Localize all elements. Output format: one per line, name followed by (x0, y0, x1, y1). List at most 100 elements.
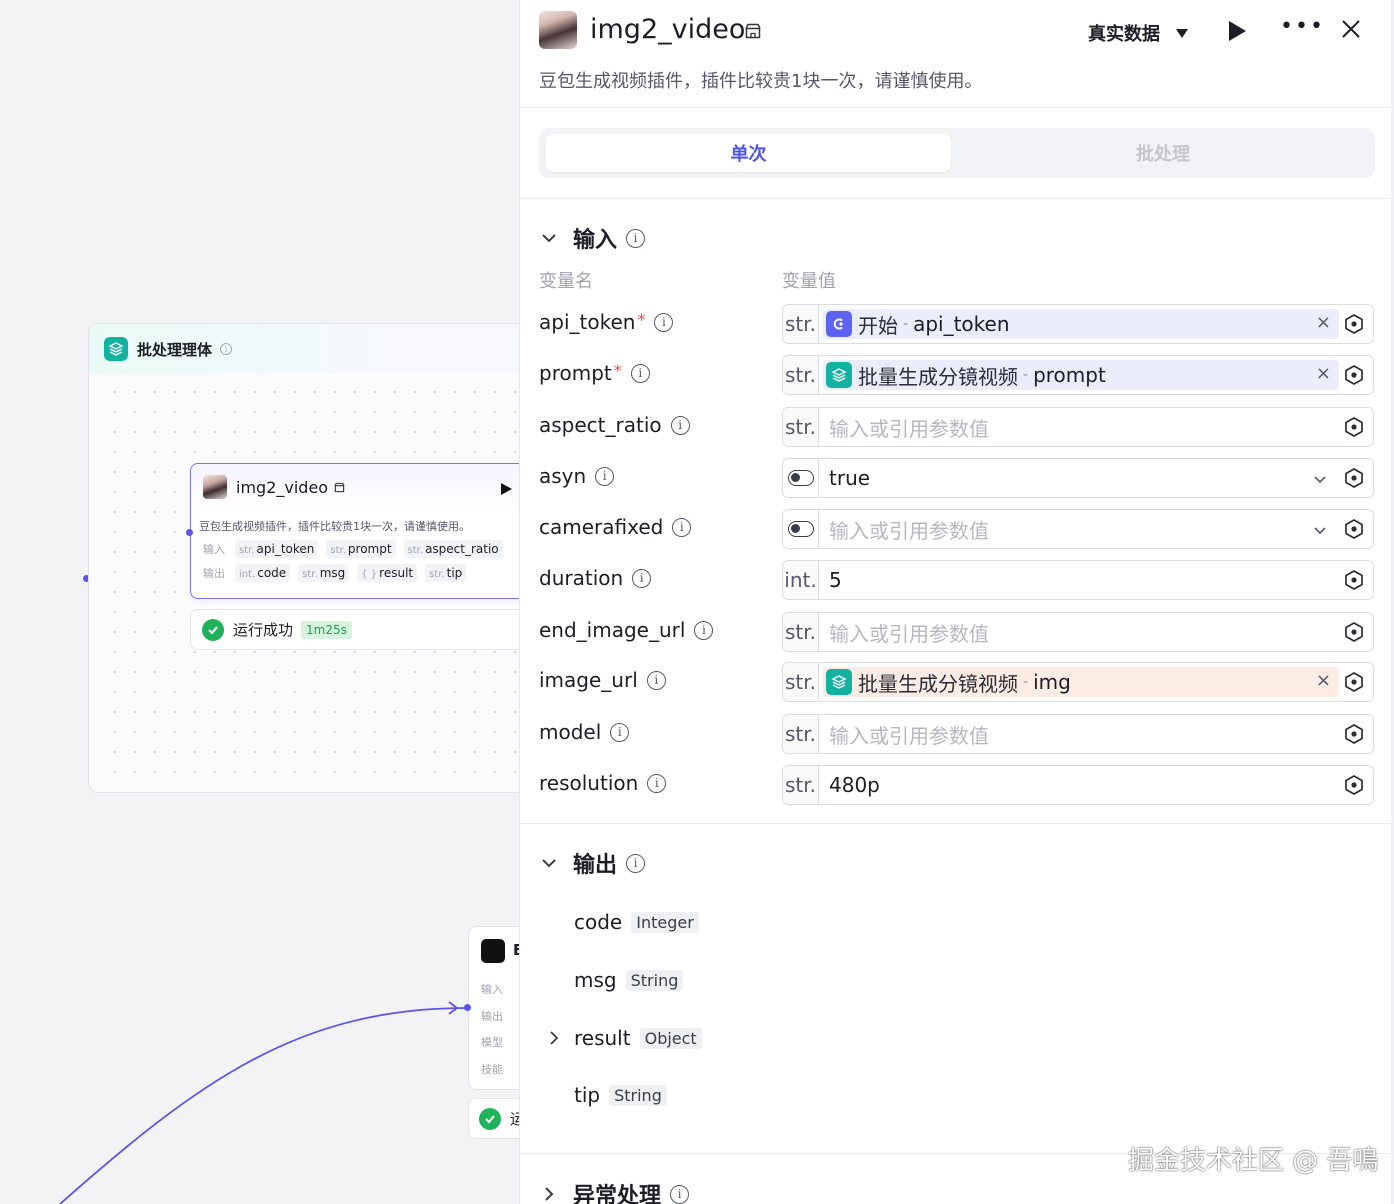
play-icon[interactable] (501, 483, 512, 495)
error-section-header[interactable]: 异常处理 i (539, 1178, 690, 1204)
variable-icon[interactable] (1343, 416, 1365, 438)
clear-icon[interactable]: × (1316, 670, 1331, 691)
param-name: prompt * i (539, 361, 650, 385)
info-icon[interactable]: i (670, 415, 690, 435)
node-outputs-row: 输出 int. code str. msg { } result str. tip (191, 558, 520, 582)
variable-icon[interactable] (1343, 569, 1365, 591)
param-name: image_url i (539, 668, 666, 692)
param-row-resolution: resolution i str. 480p (520, 765, 1391, 805)
variable-icon[interactable] (1343, 313, 1365, 335)
param-value-field[interactable]: str. 输入或引用参数值 (782, 714, 1374, 754)
variable-icon[interactable] (1343, 364, 1365, 386)
info-icon[interactable]: i (647, 773, 667, 793)
info-icon[interactable]: i (626, 853, 646, 873)
close-icon[interactable] (1340, 18, 1362, 40)
input-port[interactable] (464, 1004, 471, 1011)
info-icon[interactable]: i (626, 228, 646, 248)
info-icon[interactable]: i (654, 312, 674, 332)
variable-icon[interactable] (1343, 467, 1365, 489)
data-mode-select[interactable]: 真实数据 (1088, 20, 1160, 46)
output-name: result (574, 1026, 631, 1050)
play-icon[interactable] (1229, 21, 1246, 41)
plugin-node-title: img2_video (236, 477, 329, 497)
clear-icon[interactable]: × (1316, 363, 1331, 384)
info-icon[interactable]: i (630, 363, 650, 383)
plugin-node-header: img2_video (191, 464, 520, 510)
info-icon[interactable]: i (595, 466, 615, 486)
variable-reference-chip[interactable]: 开始 - api_token × (823, 309, 1339, 339)
output-section-header[interactable]: 输出 i (539, 847, 646, 879)
variable-icon[interactable] (1343, 774, 1365, 796)
tab-batch[interactable]: 批处理 (957, 134, 1369, 172)
info-icon[interactable]: i (670, 1184, 690, 1204)
plugin-node-img2-video[interactable]: img2_video 豆包生成视频插件，插件比较贵1块一次，请谨慎使用。 输入 … (190, 463, 520, 599)
param-input-value[interactable]: 5 (829, 568, 842, 592)
input-chip: str. prompt (326, 540, 396, 558)
ref-variable-name: api_token (913, 312, 1010, 336)
chevron-right-icon[interactable] (539, 1184, 559, 1204)
variable-icon[interactable] (1343, 723, 1365, 745)
param-input-placeholder[interactable]: 输入或引用参数值 (829, 413, 989, 442)
clear-icon[interactable]: × (1316, 312, 1331, 333)
param-input-placeholder[interactable]: 输入或引用参数值 (829, 618, 989, 647)
node-test-panel: img2_video 真实数据 ••• 豆包生成视频插件，插件比较贵1块一次，请… (519, 0, 1391, 1204)
agent-inputs-label: 输入 (481, 983, 503, 996)
param-input-value[interactable]: 480p (829, 773, 880, 797)
type-badge: str. (783, 408, 819, 446)
type-badge: str. (783, 356, 819, 394)
param-value-field[interactable]: str. 批量生成分镜视频 - prompt × (782, 355, 1374, 395)
param-name: aspect_ratio i (539, 413, 690, 437)
caret-down-icon[interactable] (1176, 29, 1188, 38)
run-mode-tabs: 单次 批处理 (539, 128, 1375, 178)
agent-node[interactable]: E 输入 输出 模型 技能 (468, 926, 520, 1090)
param-value-field[interactable]: str. 输入或引用参数值 (782, 612, 1374, 652)
param-row-api-token: api_token * i str. 开始 - api_token × (520, 304, 1391, 344)
chevron-down-icon[interactable] (539, 228, 559, 248)
output-row-msg: msg String (574, 968, 684, 992)
type-badge: str. (783, 305, 819, 343)
param-value-field[interactable]: str. 输入或引用参数值 (782, 407, 1374, 447)
chevron-right-icon[interactable] (546, 1029, 562, 1047)
info-icon[interactable]: i (646, 670, 666, 690)
info-icon[interactable]: i (610, 722, 630, 742)
required-mark: * (613, 361, 622, 380)
chevron-down-icon[interactable] (1312, 522, 1328, 538)
tab-single[interactable]: 单次 (546, 134, 951, 172)
info-icon[interactable]: i (672, 517, 692, 537)
panel-header: img2_video 真实数据 ••• 豆包生成视频插件，插件比较贵1块一次，请… (520, 0, 1391, 108)
param-select-placeholder[interactable]: 输入或引用参数值 (829, 515, 989, 544)
param-row-model: model i str. 输入或引用参数值 (520, 714, 1391, 754)
param-value-field[interactable]: str. 批量生成分镜视频 - img × (782, 662, 1374, 702)
run-duration-badge: 1m25s (301, 620, 352, 639)
info-icon[interactable]: i (220, 343, 233, 355)
param-value-field[interactable]: str. 480p (782, 765, 1374, 805)
param-select-value[interactable]: true (829, 466, 870, 490)
node-inputs-row: 输入 str. api_token str. prompt str. aspect_r… (191, 534, 520, 558)
chevron-down-icon[interactable] (1312, 471, 1328, 487)
output-type-badge: String (625, 969, 684, 991)
variable-icon[interactable] (1343, 621, 1365, 643)
variable-icon[interactable] (1343, 671, 1365, 693)
input-section-header[interactable]: 输入 i (539, 222, 646, 254)
param-value-field[interactable]: int. 5 (782, 560, 1374, 600)
agent-icon (481, 939, 505, 963)
param-value-field[interactable]: 输入或引用参数值 (782, 509, 1374, 549)
param-input-placeholder[interactable]: 输入或引用参数值 (829, 720, 989, 749)
error-section-title: 异常处理 (573, 1184, 662, 1204)
run-status-card[interactable]: 运行成功 1m25s (190, 609, 520, 650)
variable-reference-chip[interactable]: 批量生成分镜视频 - prompt × (823, 360, 1339, 390)
input-port[interactable] (186, 529, 193, 536)
chevron-down-icon[interactable] (539, 853, 559, 873)
more-icon[interactable]: ••• (1280, 14, 1325, 39)
agent-run-status-card[interactable]: 运 (468, 1098, 520, 1139)
ref-source-name: 批量生成分镜视频 (858, 364, 1018, 389)
param-value-field[interactable]: str. 开始 - api_token × (782, 304, 1374, 344)
variable-icon[interactable] (1343, 518, 1365, 540)
variable-reference-chip[interactable]: 批量生成分镜视频 - img × (823, 667, 1339, 697)
output-row-result[interactable]: result Object (574, 1026, 702, 1050)
info-icon[interactable]: i (632, 568, 652, 588)
param-value-field[interactable]: true (782, 458, 1374, 498)
info-icon[interactable]: i (694, 620, 714, 640)
type-badge: str. (783, 715, 819, 753)
workflow-canvas[interactable]: 批处理理体 i img2_video 豆包生成视频插件，插件比较贵1块一次，请谨… (0, 0, 520, 1204)
